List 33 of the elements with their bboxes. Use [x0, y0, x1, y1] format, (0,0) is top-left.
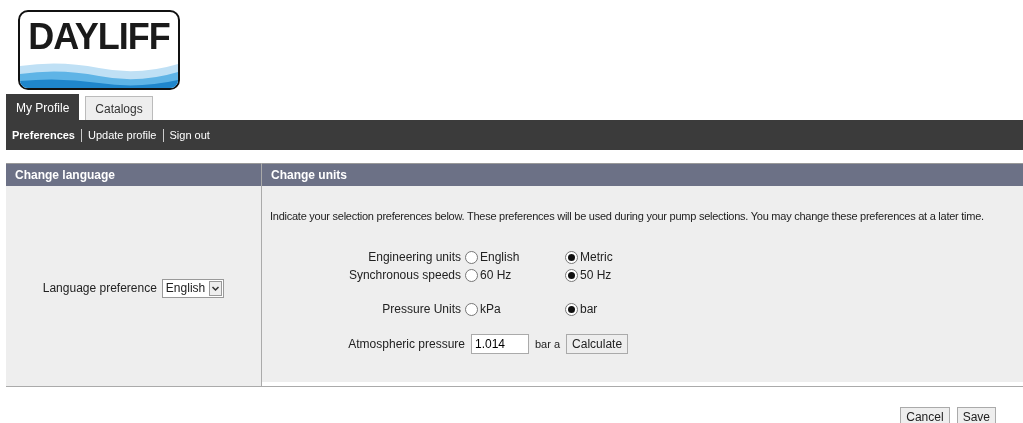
unit-label: bar a: [535, 338, 561, 350]
pressure-input[interactable]: 1.014: [471, 334, 529, 354]
tab[interactable]: Catalogs: [85, 96, 153, 120]
radio-button[interactable]: [465, 302, 478, 316]
panel-header: Change language: [6, 163, 261, 186]
language-select[interactable]: English: [161, 278, 225, 298]
radio-button[interactable]: [565, 268, 578, 282]
radio-option[interactable]: English: [465, 250, 565, 264]
radio-option[interactable]: 50 Hz: [565, 268, 665, 282]
field-label: Synchronous speeds: [347, 268, 462, 282]
radio-option[interactable]: 60 Hz: [465, 268, 565, 282]
field-label: Language preference: [42, 281, 157, 295]
dropdown-icon: [209, 280, 223, 296]
logo-text: DAYLIFF: [28, 16, 170, 58]
radio-button[interactable]: [465, 250, 478, 264]
panel-header: Change units: [262, 163, 1023, 186]
nav-link[interactable]: Sign out: [169, 129, 210, 141]
radio-button[interactable]: [465, 268, 478, 282]
field-label: Atmospheric pressure: [347, 337, 465, 351]
action-button[interactable]: Save: [956, 407, 996, 423]
tab[interactable]: My Profile: [6, 94, 80, 120]
intro-text: Indicate your selection preferences below. These preferences will be used during your pump selections. You may change these preferences at a later time.: [270, 210, 985, 222]
radio-button[interactable]: [565, 302, 578, 316]
radio-option[interactable]: Metric: [565, 250, 665, 264]
field-label: Engineering units: [367, 250, 462, 264]
calculate-button[interactable]: Calculate: [566, 334, 629, 354]
radio-option[interactable]: kPa: [465, 302, 565, 316]
nav-link[interactable]: Update profile: [88, 129, 157, 141]
nav-link[interactable]: Preferences: [12, 129, 75, 141]
radio-button[interactable]: [565, 250, 578, 264]
field-label: Pressure Units: [381, 302, 462, 316]
action-button[interactable]: Cancel: [900, 407, 950, 423]
radio-option[interactable]: bar: [565, 302, 665, 316]
